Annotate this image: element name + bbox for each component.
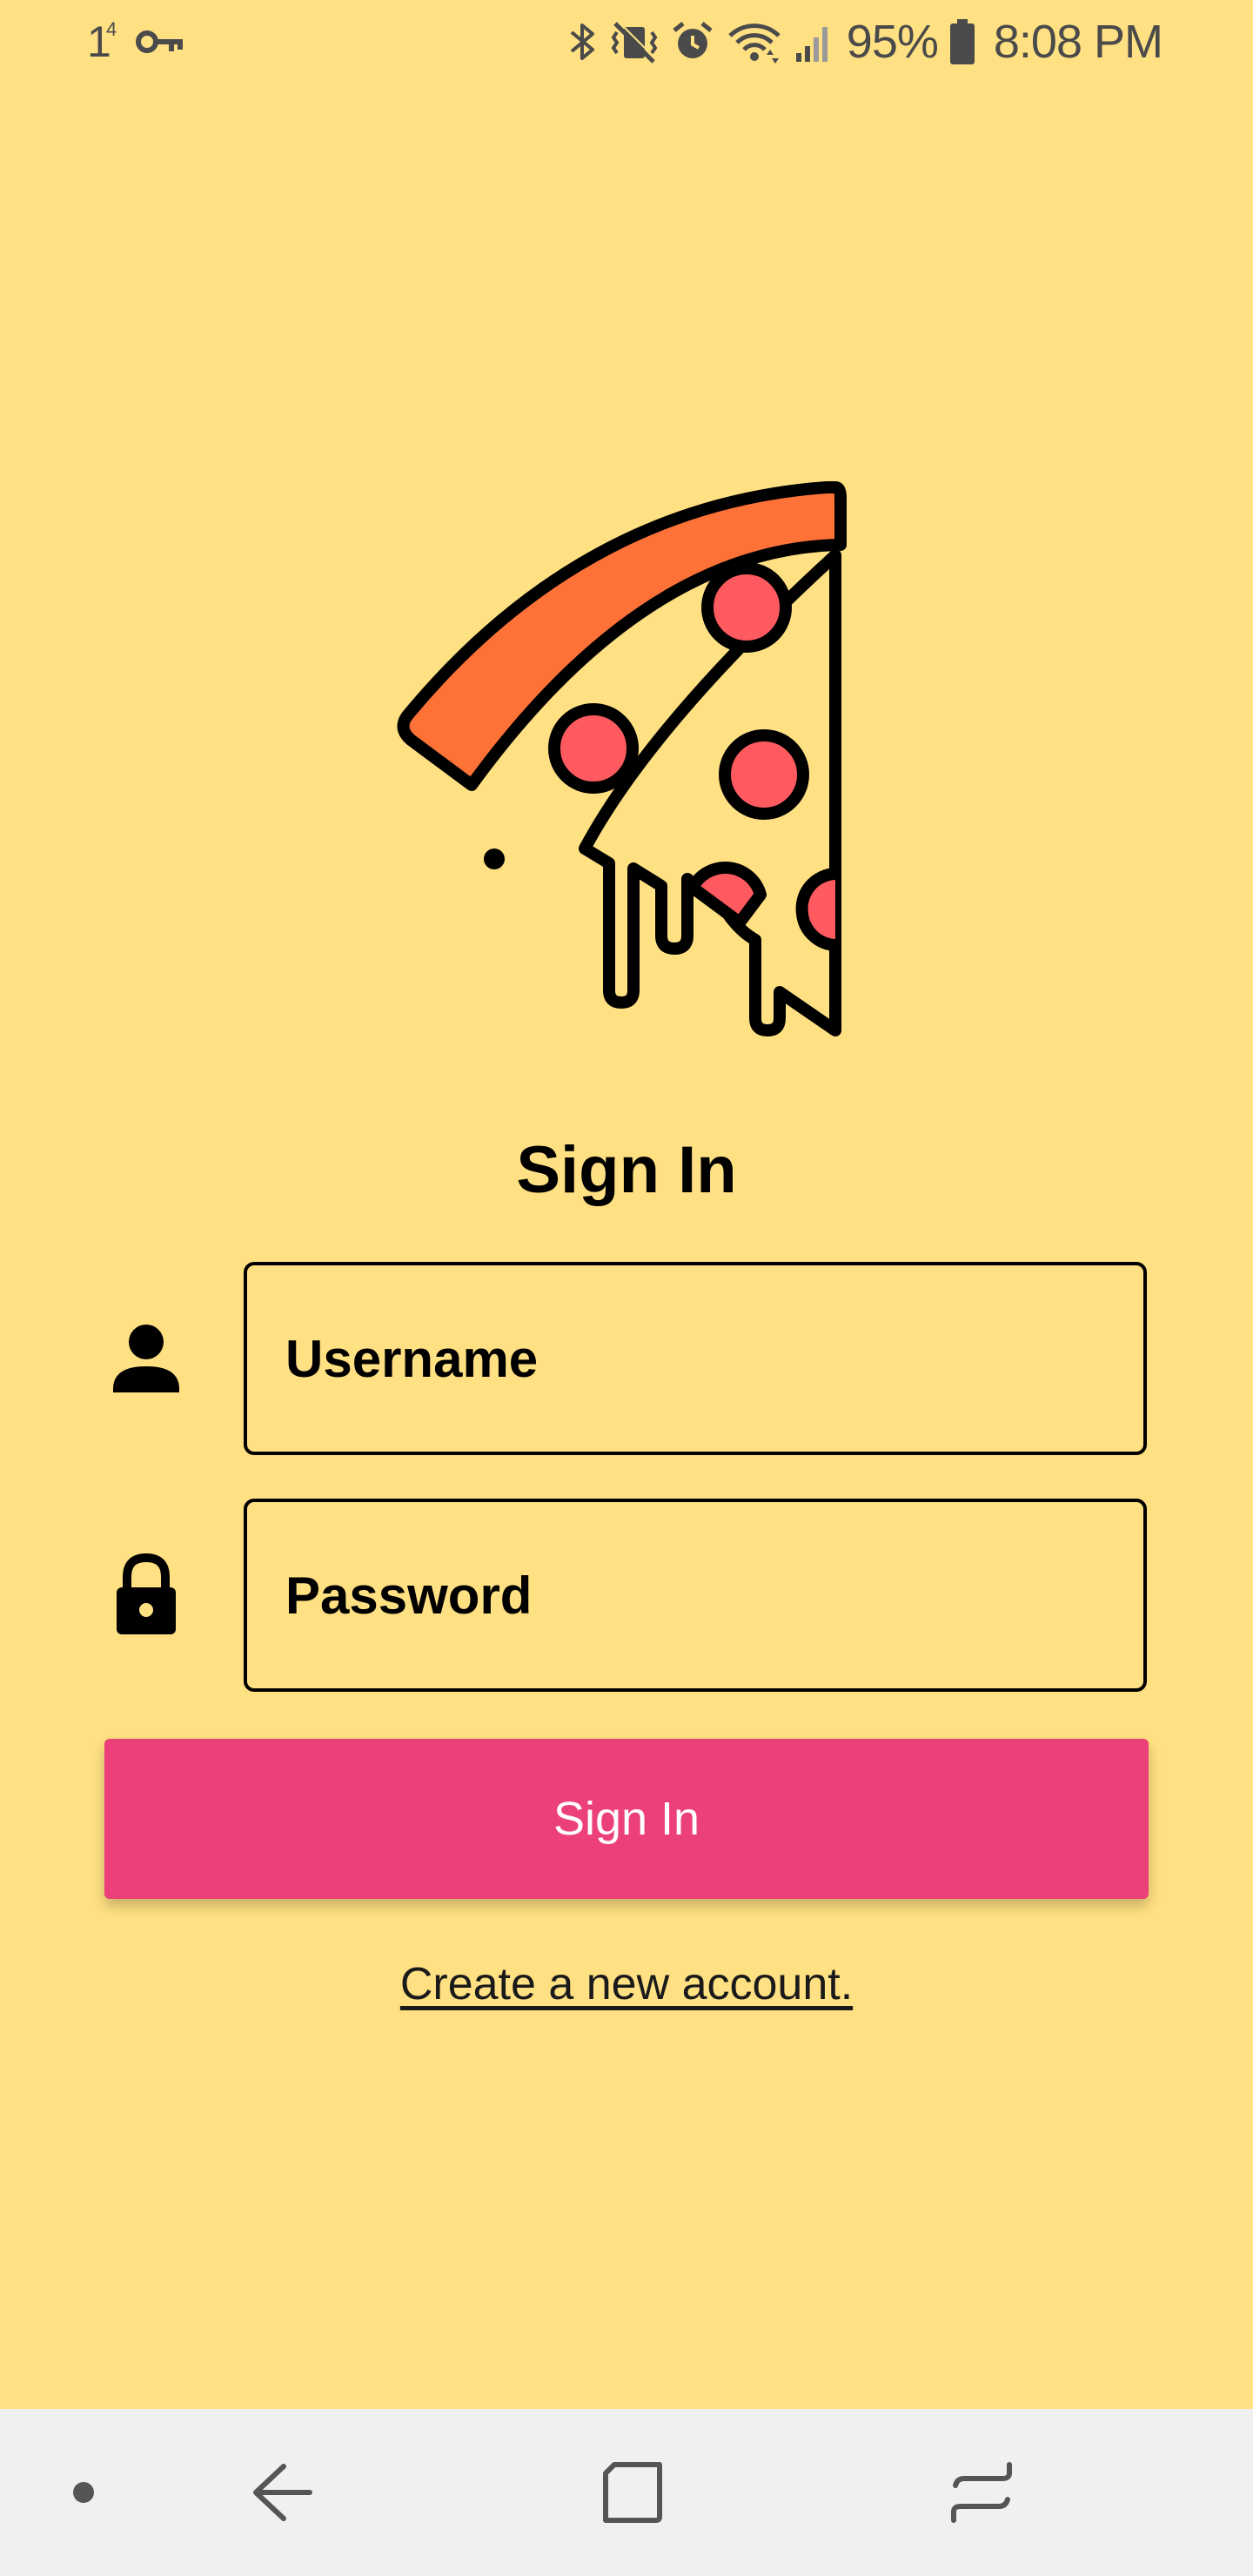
bluetooth-icon [568, 20, 598, 64]
navigation-bar [0, 2409, 1253, 2576]
sign-in-button[interactable]: Sign In [104, 1739, 1149, 1899]
status-left: 14 [87, 12, 184, 71]
battery-icon [949, 19, 975, 64]
password-field[interactable] [244, 1499, 1147, 1692]
dot-icon[interactable] [31, 2440, 136, 2545]
home-icon[interactable] [580, 2440, 684, 2545]
person-icon [104, 1316, 188, 1399]
battery-percent: 95% [846, 16, 939, 68]
notification-count: 14 [87, 17, 117, 66]
alarm-icon [671, 20, 714, 64]
vibrate-mute-icon [610, 20, 659, 64]
page-title: Sign In [516, 1133, 737, 1207]
lock-icon [104, 1553, 188, 1636]
status-right: 95% 8:08 PM [568, 12, 1163, 71]
create-account-link[interactable]: Create a new account. [0, 1949, 1253, 2019]
key-icon [135, 29, 184, 55]
pizza-slice-icon [392, 479, 861, 1053]
signal-icon [794, 20, 834, 64]
notification-superscript: 4 [106, 18, 117, 40]
wifi-icon [727, 20, 782, 64]
username-field[interactable] [244, 1262, 1147, 1455]
back-icon[interactable] [230, 2440, 334, 2545]
recents-icon[interactable] [929, 2440, 1034, 2545]
clock: 8:08 PM [993, 16, 1163, 68]
status-bar: 14 95% 8:08 PM [0, 0, 1253, 84]
